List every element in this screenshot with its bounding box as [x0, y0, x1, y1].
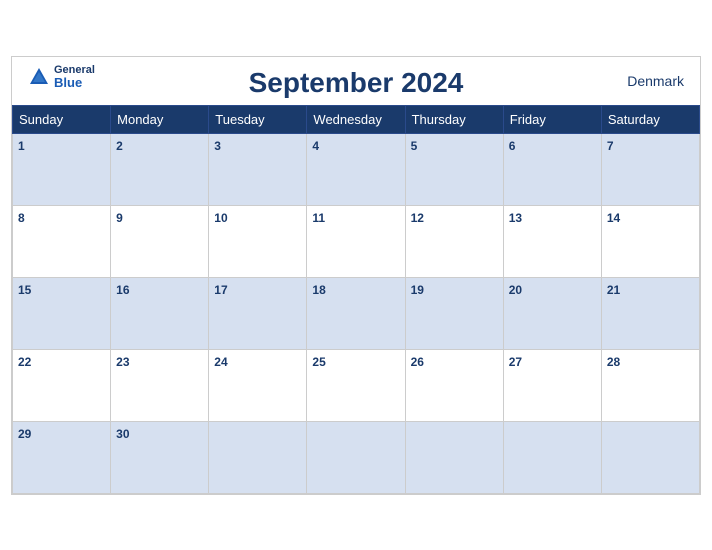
day-number: 8 — [18, 211, 25, 225]
calendar-week-row: 29 30 — [13, 421, 700, 493]
day-number: 27 — [509, 355, 522, 369]
calendar-cell: 22 — [13, 349, 111, 421]
col-monday: Monday — [111, 105, 209, 133]
day-number: 9 — [116, 211, 123, 225]
calendar-cell: 15 — [13, 277, 111, 349]
calendar-cell: 29 — [13, 421, 111, 493]
calendar-cell: 7 — [601, 133, 699, 205]
weekday-header-row: Sunday Monday Tuesday Wednesday Thursday… — [13, 105, 700, 133]
calendar-week-row: 8 9 10 11 12 13 14 — [13, 205, 700, 277]
calendar-cell: 24 — [209, 349, 307, 421]
logo-general: General — [54, 65, 95, 76]
calendar-cell — [209, 421, 307, 493]
day-number: 29 — [18, 427, 31, 441]
day-number: 24 — [214, 355, 227, 369]
calendar-cell: 19 — [405, 277, 503, 349]
calendar-cell: 13 — [503, 205, 601, 277]
calendar-cell: 10 — [209, 205, 307, 277]
calendar-cell: 16 — [111, 277, 209, 349]
calendar-cell: 18 — [307, 277, 405, 349]
day-number: 6 — [509, 139, 516, 153]
calendar-cell: 27 — [503, 349, 601, 421]
day-number: 17 — [214, 283, 227, 297]
day-number: 11 — [312, 211, 325, 225]
day-number: 22 — [18, 355, 31, 369]
day-number: 28 — [607, 355, 620, 369]
day-number: 30 — [116, 427, 129, 441]
col-tuesday: Tuesday — [209, 105, 307, 133]
day-number: 7 — [607, 139, 614, 153]
calendar-title: September 2024 — [249, 67, 464, 99]
day-number: 23 — [116, 355, 129, 369]
day-number: 4 — [312, 139, 319, 153]
calendar-cell: 12 — [405, 205, 503, 277]
calendar-cell: 28 — [601, 349, 699, 421]
calendar-cell — [503, 421, 601, 493]
calendar-cell: 5 — [405, 133, 503, 205]
day-number: 19 — [411, 283, 424, 297]
logo: General Blue — [28, 65, 95, 89]
day-number: 12 — [411, 211, 424, 225]
calendar-body: 1234567891011121314151617181920212223242… — [13, 133, 700, 493]
day-number: 16 — [116, 283, 129, 297]
calendar-week-row: 1 2 3 4 5 6 7 — [13, 133, 700, 205]
calendar-cell: 9 — [111, 205, 209, 277]
calendar-cell: 2 — [111, 133, 209, 205]
calendar-header: General Blue September 2024 Denmark — [12, 57, 700, 105]
calendar-cell: 25 — [307, 349, 405, 421]
calendar-week-row: 15 16 17 18 19 20 21 — [13, 277, 700, 349]
col-thursday: Thursday — [405, 105, 503, 133]
day-number: 10 — [214, 211, 227, 225]
calendar-cell: 14 — [601, 205, 699, 277]
country-label: Denmark — [627, 73, 684, 89]
calendar-cell: 1 — [13, 133, 111, 205]
calendar-cell: 6 — [503, 133, 601, 205]
calendar-table: Sunday Monday Tuesday Wednesday Thursday… — [12, 105, 700, 494]
day-number: 26 — [411, 355, 424, 369]
col-sunday: Sunday — [13, 105, 111, 133]
logo-blue: Blue — [54, 76, 82, 89]
calendar-cell: 26 — [405, 349, 503, 421]
calendar-cell: 11 — [307, 205, 405, 277]
col-friday: Friday — [503, 105, 601, 133]
day-number: 15 — [18, 283, 31, 297]
calendar-cell: 8 — [13, 205, 111, 277]
day-number: 2 — [116, 139, 123, 153]
day-number: 5 — [411, 139, 418, 153]
col-wednesday: Wednesday — [307, 105, 405, 133]
calendar-cell: 3 — [209, 133, 307, 205]
day-number: 21 — [607, 283, 620, 297]
day-number: 25 — [312, 355, 325, 369]
day-number: 14 — [607, 211, 620, 225]
day-number: 20 — [509, 283, 522, 297]
calendar-cell: 4 — [307, 133, 405, 205]
calendar-cell: 21 — [601, 277, 699, 349]
day-number: 13 — [509, 211, 522, 225]
calendar-cell — [601, 421, 699, 493]
calendar-cell: 17 — [209, 277, 307, 349]
day-number: 1 — [18, 139, 25, 153]
calendar-cell — [405, 421, 503, 493]
calendar-cell: 30 — [111, 421, 209, 493]
calendar-cell: 23 — [111, 349, 209, 421]
calendar-cell — [307, 421, 405, 493]
calendar-cell: 20 — [503, 277, 601, 349]
calendar: General Blue September 2024 Denmark Sund… — [11, 56, 701, 495]
day-number: 3 — [214, 139, 221, 153]
day-number: 18 — [312, 283, 325, 297]
calendar-week-row: 22 23 24 25 26 27 28 — [13, 349, 700, 421]
col-saturday: Saturday — [601, 105, 699, 133]
logo-icon — [28, 66, 50, 88]
